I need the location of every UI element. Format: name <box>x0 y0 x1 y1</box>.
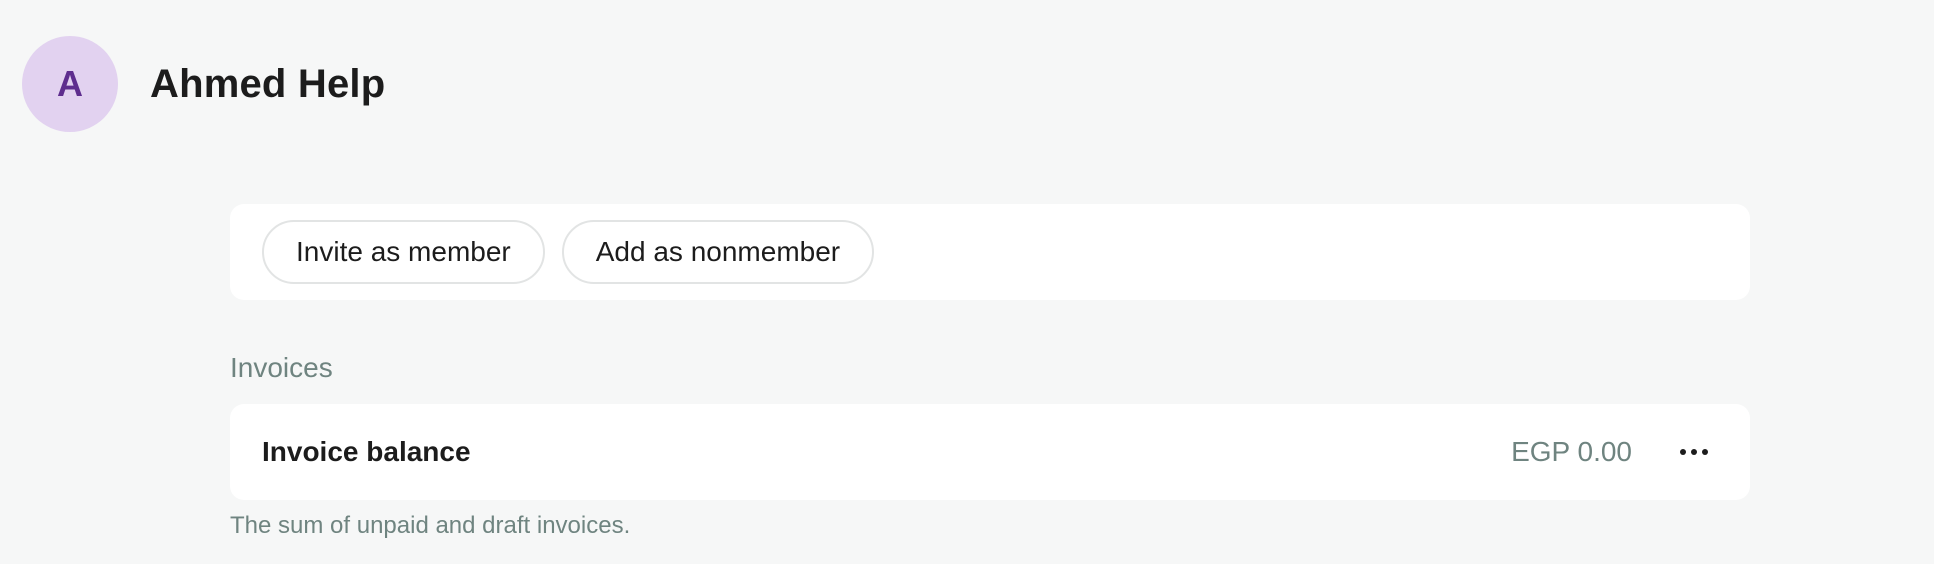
avatar: A <box>22 36 118 132</box>
invoices-section-title: Invoices <box>230 352 333 383</box>
more-dot <box>1702 449 1708 455</box>
add-as-nonmember-button[interactable]: Add as nonmember <box>561 220 875 284</box>
invoice-balance-card: Invoice balance EGP 0.00 <box>230 404 1750 500</box>
membership-actions-card: Invite as member Add as nonmember <box>230 204 1750 300</box>
profile-header: A Ahmed Help <box>22 36 385 132</box>
invoice-balance-hint: The sum of unpaid and draft invoices. <box>230 512 631 539</box>
invite-as-member-button[interactable]: Invite as member <box>262 220 545 284</box>
invoice-balance-label: Invoice balance <box>262 436 471 467</box>
more-options-icon[interactable] <box>1670 428 1718 476</box>
avatar-initial: A <box>57 63 83 104</box>
more-dot <box>1691 449 1697 455</box>
page-title: Ahmed Help <box>150 61 386 106</box>
more-dot <box>1680 449 1686 455</box>
invoice-balance-amount: EGP 0.00 <box>1511 436 1632 467</box>
